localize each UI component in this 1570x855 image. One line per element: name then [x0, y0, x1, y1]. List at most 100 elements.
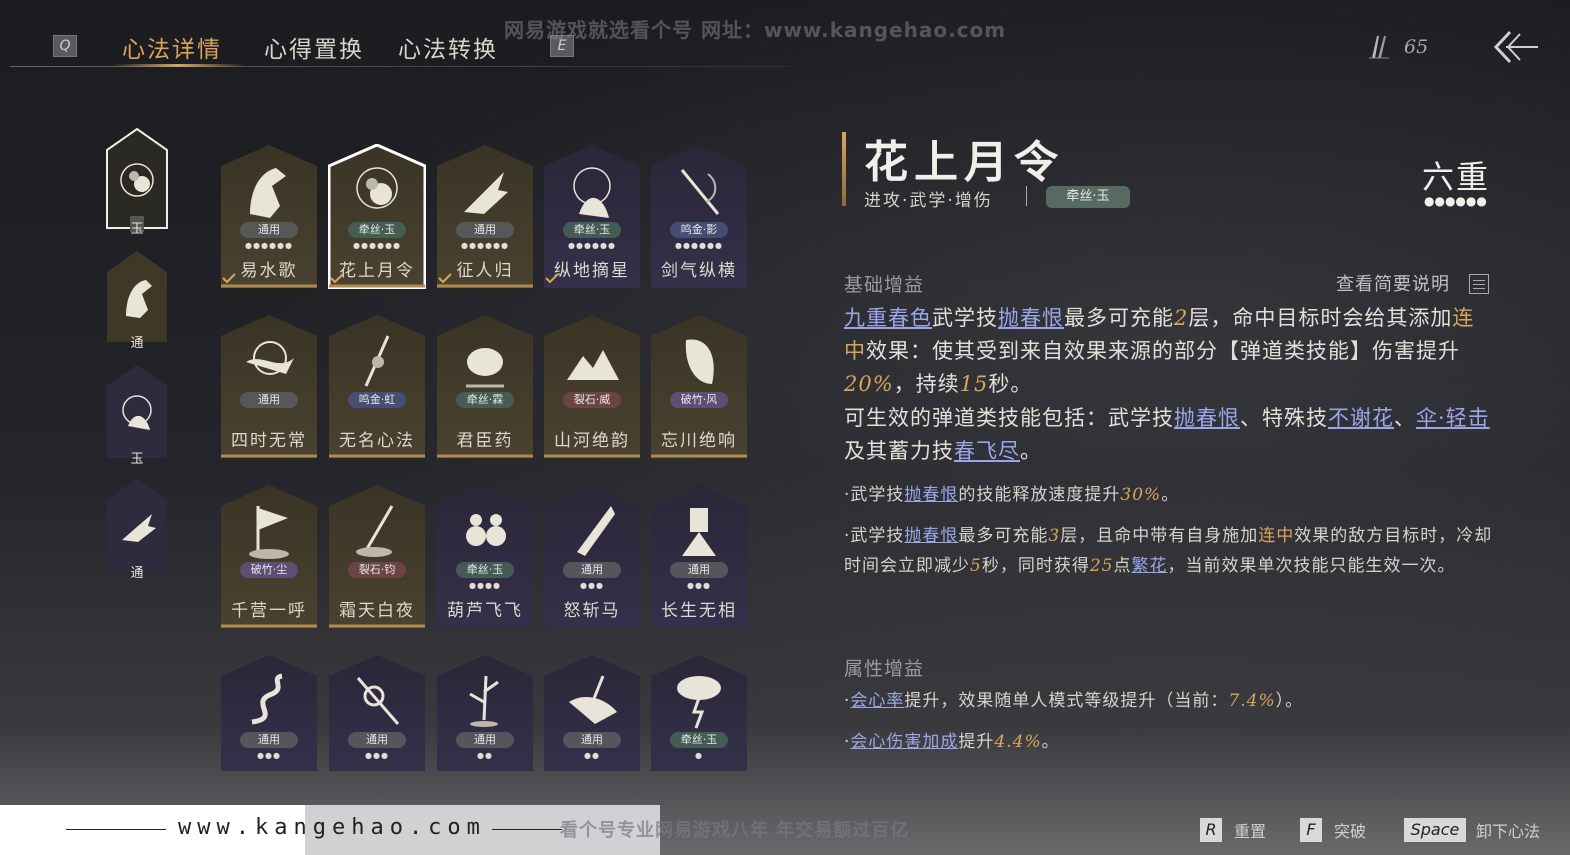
section-attr-heading: 属性增益 [844, 658, 925, 680]
xinfa-card[interactable]: 通用 ●●● [220, 654, 318, 799]
card-name: 四时无常 [231, 431, 307, 451]
detail-tags: 进攻·武学·增伤 [864, 191, 993, 211]
xinfa-card[interactable]: 破竹·尘 千营一呼 [220, 484, 318, 629]
text-span: 点 [1113, 556, 1132, 576]
base-effect-paragraph-1: 九重春色武学技抛春恨最多可充能2层，命中目标时会给其添加连中效果：使其受到来自效… [844, 302, 1494, 401]
rank-label: 六重 [1422, 158, 1491, 196]
dragon-icon [251, 673, 283, 725]
skill-link[interactable]: 不谢花 [1328, 406, 1394, 430]
keyword-link[interactable]: 繁花 [1131, 556, 1167, 576]
school-badge: 破竹·风 [670, 392, 728, 408]
list-icon[interactable] [1469, 274, 1489, 294]
sidebar-item-3[interactable]: 玉 [106, 364, 168, 467]
peony-icon [356, 167, 398, 209]
xinfa-card[interactable]: 通用 ●●●●●● 易水歌 [220, 144, 318, 289]
school-badge: 通用 [240, 222, 298, 238]
value-highlight: 3 [1048, 526, 1061, 546]
skill-link[interactable]: 抛春恨 [904, 526, 958, 546]
school-badge: 牵丝·玉 [456, 562, 514, 578]
value-highlight: 7.4% [1228, 691, 1276, 711]
xinfa-card[interactable]: 牵丝·玉 ●●●● 葫芦飞飞 [436, 484, 534, 629]
skill-link[interactable]: 春飞尽 [954, 439, 1020, 463]
title-accent-bar [842, 132, 846, 206]
xinfa-card[interactable]: 牵丝·玉 ●●●●●● 纵地摘星 [543, 144, 641, 289]
mountain-icon [567, 350, 619, 380]
blade-icon [356, 505, 394, 557]
brief-description-link[interactable]: 查看简要说明 [1336, 270, 1450, 296]
xinfa-card[interactable]: 通用 四时无常 [220, 314, 318, 459]
skill-link[interactable]: 伞·轻击 [1416, 406, 1490, 430]
bullet-effect-2: ·武学技抛春恨最多可充能3层，且命中带有自身施加连中效果的敌方目标时，冷却时间会… [844, 521, 1494, 581]
sidebar-item-2[interactable]: 通 [106, 250, 168, 351]
school-badge: 鸣金·虹 [348, 392, 406, 408]
card-name: 剑气纵横 [661, 261, 737, 281]
school-badge: 通用 [563, 562, 621, 578]
xinfa-card[interactable]: 鸣金·虹无名心法 [328, 314, 426, 459]
card-name: 无名心法 [339, 431, 415, 451]
detail-title: 花上月令 [864, 137, 1064, 188]
text-span: 层，且命中带有自身施加 [1060, 526, 1259, 546]
xinfa-card[interactable]: 通用 ●●● 长生无相 [650, 484, 748, 629]
xinfa-card[interactable]: 牵丝·玉 ●●●●●● 花上月令 [328, 144, 426, 289]
school-badge: 通用 [563, 732, 621, 748]
xinfa-card[interactable]: 通用 ●● [436, 654, 534, 799]
section-base-heading: 基础增益 [844, 274, 925, 296]
tab-xinfa-convert[interactable]: 心法转换 [398, 30, 498, 64]
tag-divider [1026, 186, 1027, 206]
sidebar-item-4[interactable]: 通 [106, 478, 168, 581]
school-badge: 牵丝·霖 [456, 392, 514, 408]
check-icon [222, 273, 236, 284]
key-f-hint[interactable]: F [1300, 818, 1322, 842]
text-span: 秒。 [988, 372, 1033, 396]
xinfa-card[interactable]: 裂石·钧 霜天白夜 [328, 484, 426, 629]
sidebar-item-1[interactable]: 玉 [106, 128, 168, 237]
xinfa-card[interactable]: 鸣金·影 ●●●●●● 剑气纵横 [650, 144, 748, 289]
feather-icon [1369, 36, 1389, 59]
key-q-hint[interactable]: Q [53, 35, 77, 57]
tab-xinde-swap[interactable]: 心得置换 [264, 30, 364, 64]
xinfa-card[interactable]: 裂石·威 山河绝韵 [543, 314, 641, 459]
rank-dots: ● [695, 751, 703, 760]
skill-link[interactable]: 抛春恨 [904, 485, 958, 505]
bird-hand-icon [464, 172, 508, 214]
value-highlight: 15 [959, 372, 989, 396]
rank-dots: ●●●●●● [568, 241, 616, 250]
school-badge: 通用 [456, 222, 514, 238]
watermark-rule [492, 829, 562, 830]
text-span: 、特殊技 [1240, 406, 1328, 430]
text-span: 可生效的弹道类技能包括：武学技 [844, 406, 1174, 430]
xinfa-card[interactable]: 牵丝·霖 君臣药 [436, 314, 534, 459]
xinfa-card[interactable]: 牵丝·玉 ● [650, 654, 748, 799]
xinfa-card[interactable]: 通用 ●● [543, 654, 641, 799]
text-span: ，当前效果单次技能只能生效一次。 [1167, 556, 1456, 576]
spear-icon [364, 335, 390, 387]
xinfa-card[interactable]: 通用 ●●● [328, 654, 426, 799]
topbar-divider [10, 66, 790, 67]
card-name: 长生无相 [661, 601, 737, 621]
xinfa-card[interactable]: 通用 ●●●●●● 征人归 [436, 144, 534, 289]
skill-link[interactable]: 抛春恨 [998, 306, 1064, 330]
back-arrow-icon[interactable] [1492, 28, 1540, 66]
rank-dots: ●●●●●● [245, 241, 293, 250]
key-r-hint[interactable]: R [1200, 818, 1222, 842]
tab-xinfa-detail[interactable]: 心法详情 [122, 30, 222, 64]
keyword-link[interactable]: 九重春色 [844, 306, 932, 330]
reset-label[interactable]: 重置 [1234, 818, 1266, 842]
card-name: 千营一呼 [231, 601, 307, 621]
breakthrough-label[interactable]: 突破 [1334, 818, 1366, 842]
gourd-icon [466, 514, 506, 546]
flag-icon [249, 506, 289, 559]
watermark-top: 网易游戏就选看个号 网址：www.kangehao.com [504, 18, 1007, 42]
stat-link[interactable]: 会心伤害加成 [850, 732, 958, 752]
text-span: 及其蓄力技 [844, 439, 954, 463]
cliff-sword-icon [569, 675, 617, 724]
skill-link[interactable]: 抛春恨 [1174, 406, 1240, 430]
text-span: 效果：使其受到来自效果来源的部分【弹道类技能】伤害提升 [866, 339, 1460, 363]
text-span: 。 [1041, 732, 1060, 752]
unequip-label[interactable]: 卸下心法 [1476, 818, 1540, 842]
text-span: ·武学技 [844, 485, 905, 505]
key-space-hint[interactable]: Space [1404, 818, 1466, 842]
stat-link[interactable]: 会心率 [850, 691, 904, 711]
xinfa-card[interactable]: 破竹·风 忘川绝响 [650, 314, 748, 459]
xinfa-card[interactable]: 通用 ●●● 怒斩马 [543, 484, 641, 629]
